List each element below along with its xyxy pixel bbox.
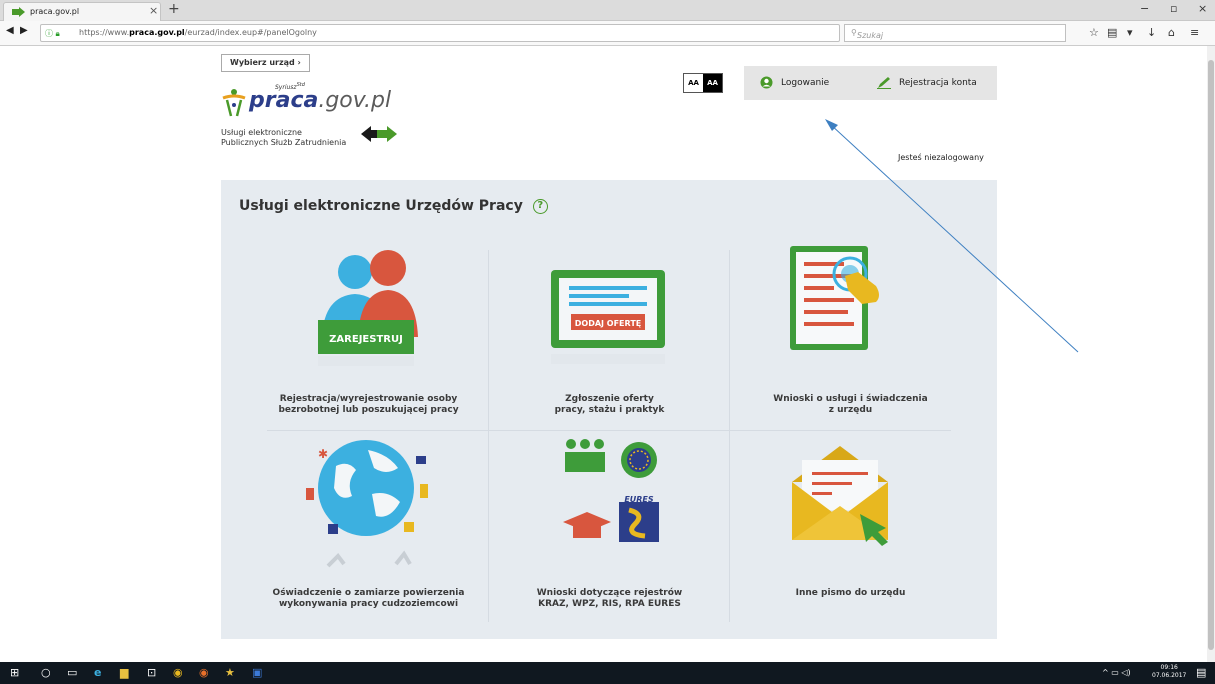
star-app-icon[interactable]: ★ <box>225 666 235 679</box>
search-icon[interactable]: ○ <box>41 666 51 679</box>
firefox-icon[interactable]: ◉ <box>199 666 209 679</box>
taskbar-clock[interactable]: 09:16 07.06.2017 <box>1152 664 1186 680</box>
word-icon[interactable]: ▣ <box>252 666 262 679</box>
file-explorer-icon[interactable]: ▆ <box>120 666 128 679</box>
notification-icon[interactable]: ▤ <box>1196 666 1206 679</box>
annotation-arrow-icon <box>825 119 1079 353</box>
windows-start-icon[interactable]: ⊞ <box>10 666 19 679</box>
chrome-icon[interactable]: ◉ <box>173 666 183 679</box>
edge-browser-icon[interactable]: e <box>94 666 101 679</box>
task-view-icon[interactable]: ▭ <box>67 666 77 679</box>
windows-taskbar: ⊞ ○ ▭ e ▆ ⊡ ◉ ◉ ★ ▣ ^ ▭ ◁) 09:16 07.06.2… <box>0 662 1215 684</box>
store-icon[interactable]: ⊡ <box>147 666 156 679</box>
system-tray-icons[interactable]: ^ ▭ ◁) <box>1102 668 1131 677</box>
